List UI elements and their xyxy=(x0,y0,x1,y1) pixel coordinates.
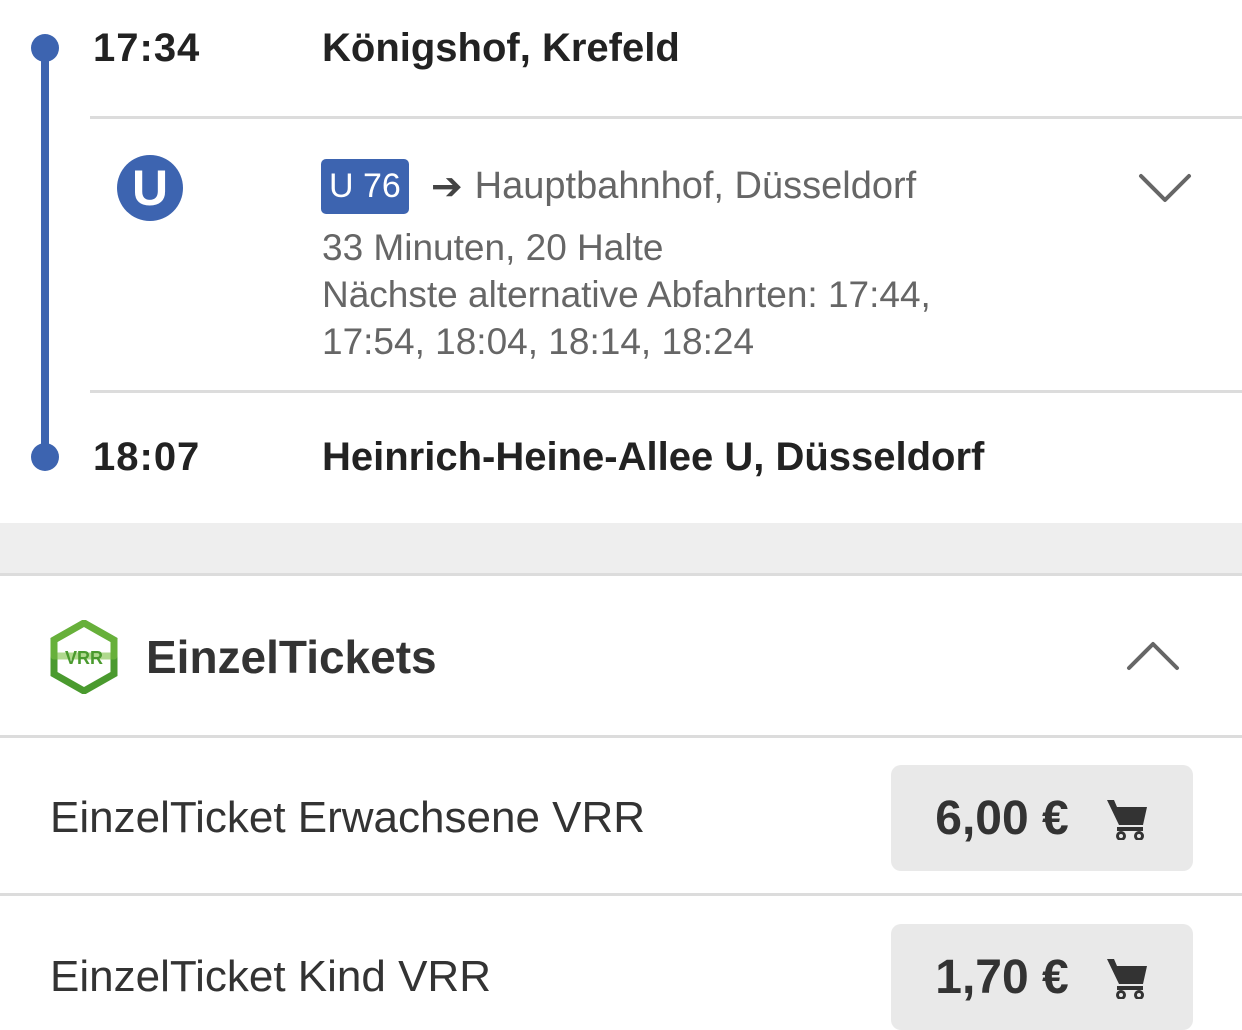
arrival-time: 18:07 xyxy=(93,435,201,479)
vrr-logo-icon: VRR xyxy=(50,620,118,694)
section-title: EinzelTickets xyxy=(146,631,437,683)
arrival-station: Heinrich-Heine-Allee U, Düsseldorf xyxy=(322,435,985,479)
chevron-up-icon[interactable] xyxy=(1126,640,1180,672)
direction-arrow-icon: ➔ xyxy=(430,165,463,208)
ticket-price: 1,70 € xyxy=(935,950,1069,1004)
leg-destination: Hauptbahnhof, Düsseldorf xyxy=(474,164,917,207)
divider xyxy=(0,735,1242,738)
buy-ticket-button[interactable]: 1,70 € xyxy=(891,924,1193,1030)
departure-time: 17:34 xyxy=(93,26,201,70)
cart-icon xyxy=(1106,959,1147,999)
section-separator xyxy=(0,523,1242,576)
vrr-logo-text: VRR xyxy=(65,648,103,668)
alternatives-line-1: Nächste alternative Abfahrten: 17:44, xyxy=(322,274,931,315)
timeline-line xyxy=(41,47,49,459)
departure-station: Königshof, Krefeld xyxy=(322,26,680,70)
leg-duration-stops: 33 Minuten, 20 Halte xyxy=(322,227,664,268)
divider xyxy=(90,390,1242,393)
departure-dot xyxy=(31,34,59,62)
ticket-price: 6,00 € xyxy=(935,791,1069,845)
leg-line-row: U 76 ➔ Hauptbahnhof, Düsseldorf xyxy=(321,159,916,214)
ticket-name: EinzelTicket Kind VRR xyxy=(50,952,491,1001)
arrival-dot xyxy=(31,443,59,471)
cart-icon xyxy=(1106,800,1147,840)
ticket-name: EinzelTicket Erwachsene VRR xyxy=(50,793,646,842)
buy-ticket-button[interactable]: 6,00 € xyxy=(891,765,1193,871)
u-bahn-icon: U xyxy=(117,155,183,221)
line-badge: U 76 xyxy=(321,159,409,214)
chevron-down-icon[interactable] xyxy=(1138,172,1192,204)
divider xyxy=(0,893,1242,896)
alternatives-line-2: 17:54, 18:04, 18:14, 18:24 xyxy=(322,321,755,362)
